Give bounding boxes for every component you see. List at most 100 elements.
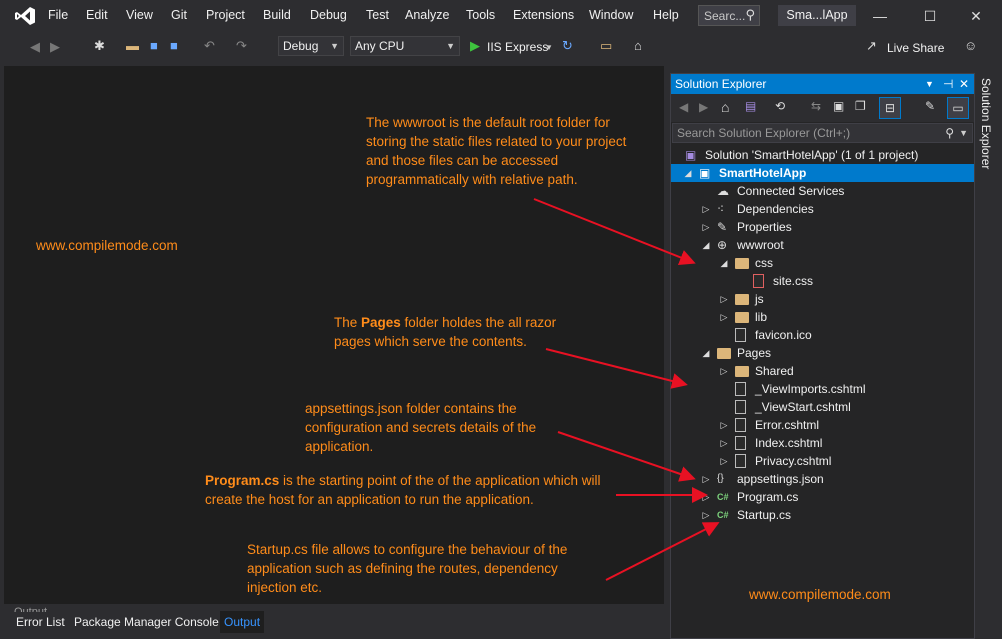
- collapsed-chevron-icon[interactable]: ▷: [719, 308, 729, 326]
- collapsed-chevron-icon[interactable]: ▷: [701, 200, 711, 218]
- tree-item[interactable]: ▣ Solution 'SmartHotelApp' (1 of 1 projec…: [671, 146, 974, 164]
- platform-dropdown[interactable]: Any CPU ▼: [350, 36, 460, 56]
- tab-error-list[interactable]: Error List: [12, 611, 69, 633]
- chevron-down-icon: ▼: [330, 41, 339, 51]
- tree-item[interactable]: ◢ css: [671, 254, 974, 272]
- tree-item[interactable]: ▷ Privacy.cshtml: [671, 452, 974, 470]
- pending-changes-filter-icon[interactable]: ⟲: [775, 99, 785, 113]
- window-position-icon[interactable]: ▼: [925, 74, 934, 94]
- maximize-icon[interactable]: ☐: [916, 4, 944, 28]
- open-in-explorer-icon[interactable]: ▭: [600, 38, 612, 54]
- tree-item[interactable]: ▷ {} appsettings.json: [671, 470, 974, 488]
- collapsed-chevron-icon[interactable]: ▷: [719, 290, 729, 308]
- run-target-chevron-icon[interactable]: ▼: [545, 40, 553, 56]
- collapsed-chevron-icon[interactable]: ▷: [701, 488, 711, 506]
- menu-item-debug[interactable]: Debug: [310, 8, 347, 22]
- forward-icon[interactable]: ▶: [699, 100, 708, 114]
- collapsed-chevron-icon[interactable]: ▷: [719, 434, 729, 452]
- tree-item[interactable]: ▷ C# Program.cs: [671, 488, 974, 506]
- home-icon[interactable]: ⌂: [721, 99, 729, 115]
- expanded-chevron-icon[interactable]: ◢: [719, 254, 729, 272]
- collapsed-chevron-icon[interactable]: ▷: [719, 452, 729, 470]
- menu-item-help[interactable]: Help: [653, 8, 679, 22]
- menu-item-test[interactable]: Test: [366, 8, 389, 22]
- expanded-chevron-icon[interactable]: ◢: [683, 164, 693, 182]
- tree-item[interactable]: ▷ ⁖ Dependencies: [671, 200, 974, 218]
- dock-icon[interactable]: ▭: [947, 97, 969, 119]
- search-options-chevron-icon[interactable]: ▼: [959, 124, 968, 142]
- tree-item[interactable]: ◢ ▣ SmartHotelApp: [671, 164, 974, 182]
- tree-item[interactable]: site.css: [671, 272, 974, 290]
- tree-item[interactable]: ▷ lib: [671, 308, 974, 326]
- visual-studio-logo-icon[interactable]: [14, 6, 36, 26]
- feedback-icon[interactable]: ☺: [964, 38, 977, 54]
- run-target-button[interactable]: IIS Express: [487, 39, 548, 55]
- minimize-icon[interactable]: —: [866, 4, 894, 28]
- collapsed-chevron-icon[interactable]: ▷: [719, 416, 729, 434]
- tree-item[interactable]: ☁ Connected Services: [671, 182, 974, 200]
- collapsed-chevron-icon[interactable]: ▷: [701, 506, 711, 524]
- run-icon[interactable]: ▶: [470, 38, 480, 54]
- menu-item-build[interactable]: Build: [263, 8, 291, 22]
- wrench-icon: ✎: [717, 220, 728, 234]
- solution-explorer-side-tab[interactable]: Solution Explorer: [976, 74, 998, 214]
- switch-views-icon[interactable]: ▤: [745, 99, 756, 113]
- show-all-files-icon[interactable]: ❐: [855, 99, 866, 113]
- tree-item[interactable]: ▷ Shared: [671, 362, 974, 380]
- css-file-icon: [753, 274, 764, 288]
- configuration-dropdown[interactable]: Debug ▼: [278, 36, 344, 56]
- menu-item-git[interactable]: Git: [171, 8, 187, 22]
- menu-item-analyze[interactable]: Analyze: [405, 8, 449, 22]
- solution-explorer-title-bar: Solution Explorer ▼ ⊣ ✕: [671, 74, 974, 94]
- menu-item-tools[interactable]: Tools: [466, 8, 495, 22]
- navigate-back-icon[interactable]: ◀: [30, 39, 40, 55]
- browser-link-icon[interactable]: ⌂: [634, 38, 642, 54]
- tab-output[interactable]: Output: [220, 611, 265, 633]
- menu-item-project[interactable]: Project: [206, 8, 245, 22]
- close-icon[interactable]: ✕: [962, 4, 990, 28]
- save-icon[interactable]: ■: [150, 38, 158, 54]
- expanded-chevron-icon[interactable]: ◢: [701, 236, 711, 254]
- tree-item[interactable]: ◢ ⊕ wwwroot: [671, 236, 974, 254]
- app-title: Sma...lApp: [778, 5, 856, 26]
- tree-item[interactable]: ▷ js: [671, 290, 974, 308]
- open-folder-icon[interactable]: ▬: [126, 38, 139, 54]
- tree-item[interactable]: ▷ Error.cshtml: [671, 416, 974, 434]
- collapsed-chevron-icon[interactable]: ▷: [701, 470, 711, 488]
- tree-item[interactable]: ▷ Index.cshtml: [671, 434, 974, 452]
- collapsed-chevron-icon[interactable]: ▷: [701, 218, 711, 236]
- live-share-icon[interactable]: ↗: [866, 38, 877, 54]
- solution-explorer-search-input[interactable]: Search Solution Explorer (Ctrl+;) ⚲ ▼: [672, 123, 973, 143]
- collapse-all-icon[interactable]: ▣: [833, 99, 844, 113]
- collapsed-chevron-icon[interactable]: ▷: [719, 362, 729, 380]
- refresh-icon[interactable]: ↻: [562, 38, 573, 54]
- close-panel-icon[interactable]: ✕: [959, 74, 969, 94]
- tree-item[interactable]: ◢ Pages: [671, 344, 974, 362]
- back-icon[interactable]: ◀: [679, 100, 688, 114]
- search-icon: ⚲: [945, 126, 954, 140]
- redo-icon[interactable]: ↷: [236, 38, 247, 54]
- tree-item[interactable]: ▷ ✎ Properties: [671, 218, 974, 236]
- menu-item-view[interactable]: View: [126, 8, 153, 22]
- menu-item-extensions[interactable]: Extensions: [513, 8, 574, 22]
- tab-package-manager-console[interactable]: Package Manager Console: [70, 611, 223, 633]
- pin-icon[interactable]: ⊣: [943, 74, 953, 94]
- tree-item[interactable]: favicon.ico: [671, 326, 974, 344]
- tree-item[interactable]: _ViewStart.cshtml: [671, 398, 974, 416]
- solution-explorer-title: Solution Explorer: [675, 77, 767, 91]
- save-all-icon[interactable]: ■: [170, 38, 178, 54]
- menu-item-file[interactable]: File: [48, 8, 68, 22]
- menu-item-edit[interactable]: Edit: [86, 8, 108, 22]
- expanded-chevron-icon[interactable]: ◢: [701, 344, 711, 362]
- undo-icon[interactable]: ↶: [204, 38, 215, 54]
- tree-item[interactable]: ▷ C# Startup.cs: [671, 506, 974, 524]
- menu-item-window[interactable]: Window: [589, 8, 633, 22]
- preview-selected-icon[interactable]: ⊟: [879, 97, 901, 119]
- live-share-button[interactable]: Live Share: [887, 40, 944, 56]
- new-item-icon[interactable]: ✱: [94, 38, 105, 54]
- tree-item[interactable]: _ViewImports.cshtml: [671, 380, 974, 398]
- properties-wrench-icon[interactable]: ✎: [925, 99, 935, 113]
- navigate-forward-icon[interactable]: ▶: [50, 39, 60, 55]
- sync-icon[interactable]: ⇆: [811, 99, 821, 113]
- search-input[interactable]: Searc... ⚲: [698, 5, 760, 26]
